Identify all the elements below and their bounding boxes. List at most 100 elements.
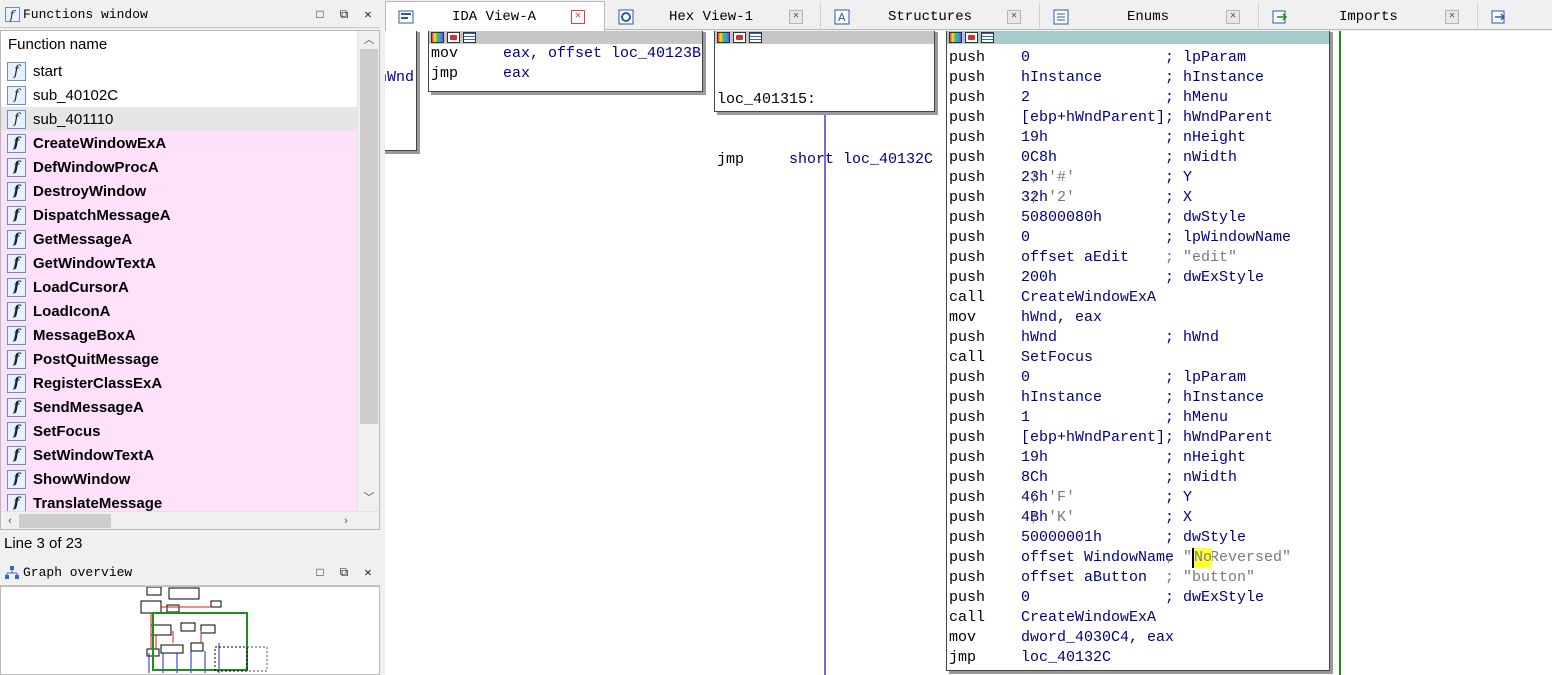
code-line[interactable]: push hInstance ; hInstance — [949, 388, 1329, 408]
close-button[interactable]: ✕ — [356, 565, 380, 580]
code-line[interactable]: push 0C8h ; nWidth — [949, 148, 1329, 168]
function-list-item[interactable]: f GetMessageA — [1, 227, 357, 251]
group-node-icon[interactable] — [749, 31, 762, 43]
code-line[interactable]: push hWnd ; hWnd — [949, 328, 1329, 348]
function-icon: f — [7, 61, 26, 81]
close-tab-icon[interactable]: ✕ — [789, 9, 803, 24]
function-list-item[interactable]: f SetFocus — [1, 419, 357, 443]
vertical-scrollbar[interactable]: ︿ ﹀ — [357, 31, 379, 511]
rename-node-icon[interactable] — [447, 31, 460, 43]
float-button[interactable]: ⧉ — [332, 8, 356, 22]
function-list-item[interactable]: f GetWindowTextA — [1, 251, 357, 275]
code-line[interactable]: push 19h ; nHeight — [949, 448, 1329, 468]
function-list-item[interactable]: f sub_40102C — [1, 83, 357, 107]
graph-overview-canvas[interactable] — [0, 586, 380, 675]
code-line[interactable]: push 50800080h ; dwStyle — [949, 208, 1329, 228]
horizontal-scrollbar[interactable]: ‹ › — [1, 511, 379, 529]
scroll-up-icon[interactable]: ︿ — [358, 31, 380, 49]
vertical-scroll-thumb[interactable] — [360, 49, 378, 424]
close-tab-icon[interactable]: ✕ — [1007, 9, 1021, 24]
scroll-left-icon[interactable]: ‹ — [1, 512, 19, 530]
code-line[interactable]: push 23h ; '#'; Y — [949, 168, 1329, 188]
code-line[interactable]: push 32h ; '2'; X — [949, 188, 1329, 208]
tab-ida-view-a[interactable]: IDA View-A ✕ — [385, 1, 605, 31]
code-line[interactable]: push 1 ; hMenu — [949, 408, 1329, 428]
minimize-button[interactable]: □ — [308, 8, 332, 22]
color-palette-icon[interactable] — [717, 31, 730, 43]
code-line[interactable]: call CreateWindowExA — [949, 288, 1329, 308]
function-list-item[interactable]: f MessageBoxA — [1, 323, 357, 347]
code-line[interactable]: mov dword_4030C4, eax — [949, 628, 1329, 648]
code-line[interactable]: push 0 ; lpWindowName — [949, 228, 1329, 248]
color-palette-icon[interactable] — [431, 31, 444, 43]
rename-node-icon[interactable] — [733, 31, 746, 43]
function-list-item[interactable]: f LoadIconA — [1, 299, 357, 323]
code-line[interactable]: mov eax, offset loc_40123B — [431, 44, 702, 64]
code-line[interactable]: push hInstance ; hInstance — [949, 68, 1329, 88]
code-line[interactable]: push 46h ; 'F'; Y — [949, 488, 1329, 508]
close-tab-icon[interactable]: ✕ — [1226, 9, 1240, 24]
function-icon: f — [7, 157, 26, 177]
tab-hex-view-1[interactable]: Hex View-1 ✕ — [606, 3, 821, 30]
function-list-item[interactable]: f sub_401110 — [1, 107, 357, 131]
code-line[interactable]: push 200h ; dwExStyle — [949, 268, 1329, 288]
rename-node-icon[interactable] — [965, 31, 978, 43]
comment: ; nWidth — [1165, 149, 1238, 166]
code-line[interactable]: call CreateWindowExA — [949, 608, 1329, 628]
function-list-item[interactable]: f DefWindowProcA — [1, 155, 357, 179]
code-line[interactable]: push [ebp+hWndParent]; hWndParent — [949, 428, 1329, 448]
code-line[interactable]: mov hWnd, eax — [949, 308, 1329, 328]
tab-imports[interactable]: Imports ✕ — [1260, 3, 1478, 30]
code-line[interactable]: push 2 ; hMenu — [949, 88, 1329, 108]
function-name-column-header[interactable]: Function name — [1, 31, 357, 59]
close-tab-icon[interactable]: ✕ — [571, 9, 585, 24]
code-line[interactable]: push offset aButton ; "button" — [949, 568, 1329, 588]
tab-enums[interactable]: Enums ✕ — [1041, 3, 1259, 30]
function-list-item[interactable]: f SendMessageA — [1, 395, 357, 419]
scroll-right-icon[interactable]: › — [337, 512, 355, 530]
code-line[interactable]: push 8Ch ; nWidth — [949, 468, 1329, 488]
mnemonic: push — [949, 129, 986, 146]
graph-node-main[interactable]: push 0; lpParam push hInstance; hInstance pu… — [946, 31, 1330, 671]
function-list-item[interactable]: f LoadCursorA — [1, 275, 357, 299]
function-list-item[interactable]: f CreateWindowExA — [1, 131, 357, 155]
color-palette-icon[interactable] — [949, 31, 962, 43]
function-list-item[interactable]: f DispatchMessageA — [1, 203, 357, 227]
code-line[interactable]: push offset aEdit ; "edit" — [949, 248, 1329, 268]
ida-graph-view[interactable]: hWnd mov eax, offset loc_40123Bjmp eax loc… — [385, 31, 1552, 675]
float-button[interactable]: ⧉ — [332, 566, 356, 580]
function-list-item[interactable]: f PostQuitMessage — [1, 347, 357, 371]
close-tab-icon[interactable]: ✕ — [1445, 9, 1459, 24]
function-list-item[interactable]: f ShowWindow — [1, 467, 357, 491]
function-list-item[interactable]: f DestroyWindow — [1, 179, 357, 203]
tab-exports[interactable] — [1479, 3, 1552, 30]
graph-node-2[interactable]: loc_401315: jmp short loc_40132C — [714, 31, 935, 168]
function-list-item[interactable]: f start — [1, 59, 357, 83]
graph-overview-icon — [4, 565, 20, 581]
function-list-item[interactable]: f TranslateMessage — [1, 491, 357, 511]
function-list-item[interactable]: f RegisterClassExA — [1, 371, 357, 395]
code-line[interactable]: jmp loc_40132C — [949, 648, 1329, 668]
code-line[interactable]: jmp short loc_40132C — [717, 150, 934, 170]
code-line[interactable]: push 50000001h ; dwStyle — [949, 528, 1329, 548]
code-line[interactable]: push 0 ; lpParam — [949, 368, 1329, 388]
graph-node-partial[interactable]: hWnd — [385, 31, 417, 151]
graph-overview-minimap[interactable] — [1, 587, 380, 675]
minimize-button[interactable]: □ — [308, 566, 332, 580]
code-line[interactable]: push [ebp+hWndParent]; hWndParent — [949, 108, 1329, 128]
close-button[interactable]: ✕ — [356, 7, 380, 22]
scroll-down-icon[interactable]: ﹀ — [358, 489, 380, 507]
code-line[interactable]: push 4Bh ; 'K'; X — [949, 508, 1329, 528]
tab-structures[interactable]: A Structures ✕ — [822, 3, 1040, 30]
code-line[interactable]: push 0 ; lpParam — [949, 48, 1329, 68]
code-line[interactable]: push offset WindowName; " No t Reversed" — [949, 548, 1329, 568]
code-line[interactable]: call SetFocus — [949, 348, 1329, 368]
code-line[interactable]: push 0 ; dwExStyle — [949, 588, 1329, 608]
code-line[interactable]: jmp eax — [431, 64, 702, 84]
graph-node-1[interactable]: mov eax, offset loc_40123B jmp eax — [428, 31, 703, 92]
code-line[interactable]: push 19h ; nHeight — [949, 128, 1329, 148]
horizontal-scroll-thumb[interactable] — [19, 514, 111, 528]
group-node-icon[interactable] — [463, 31, 476, 43]
function-list-item[interactable]: f SetWindowTextA — [1, 443, 357, 467]
group-node-icon[interactable] — [981, 31, 994, 43]
